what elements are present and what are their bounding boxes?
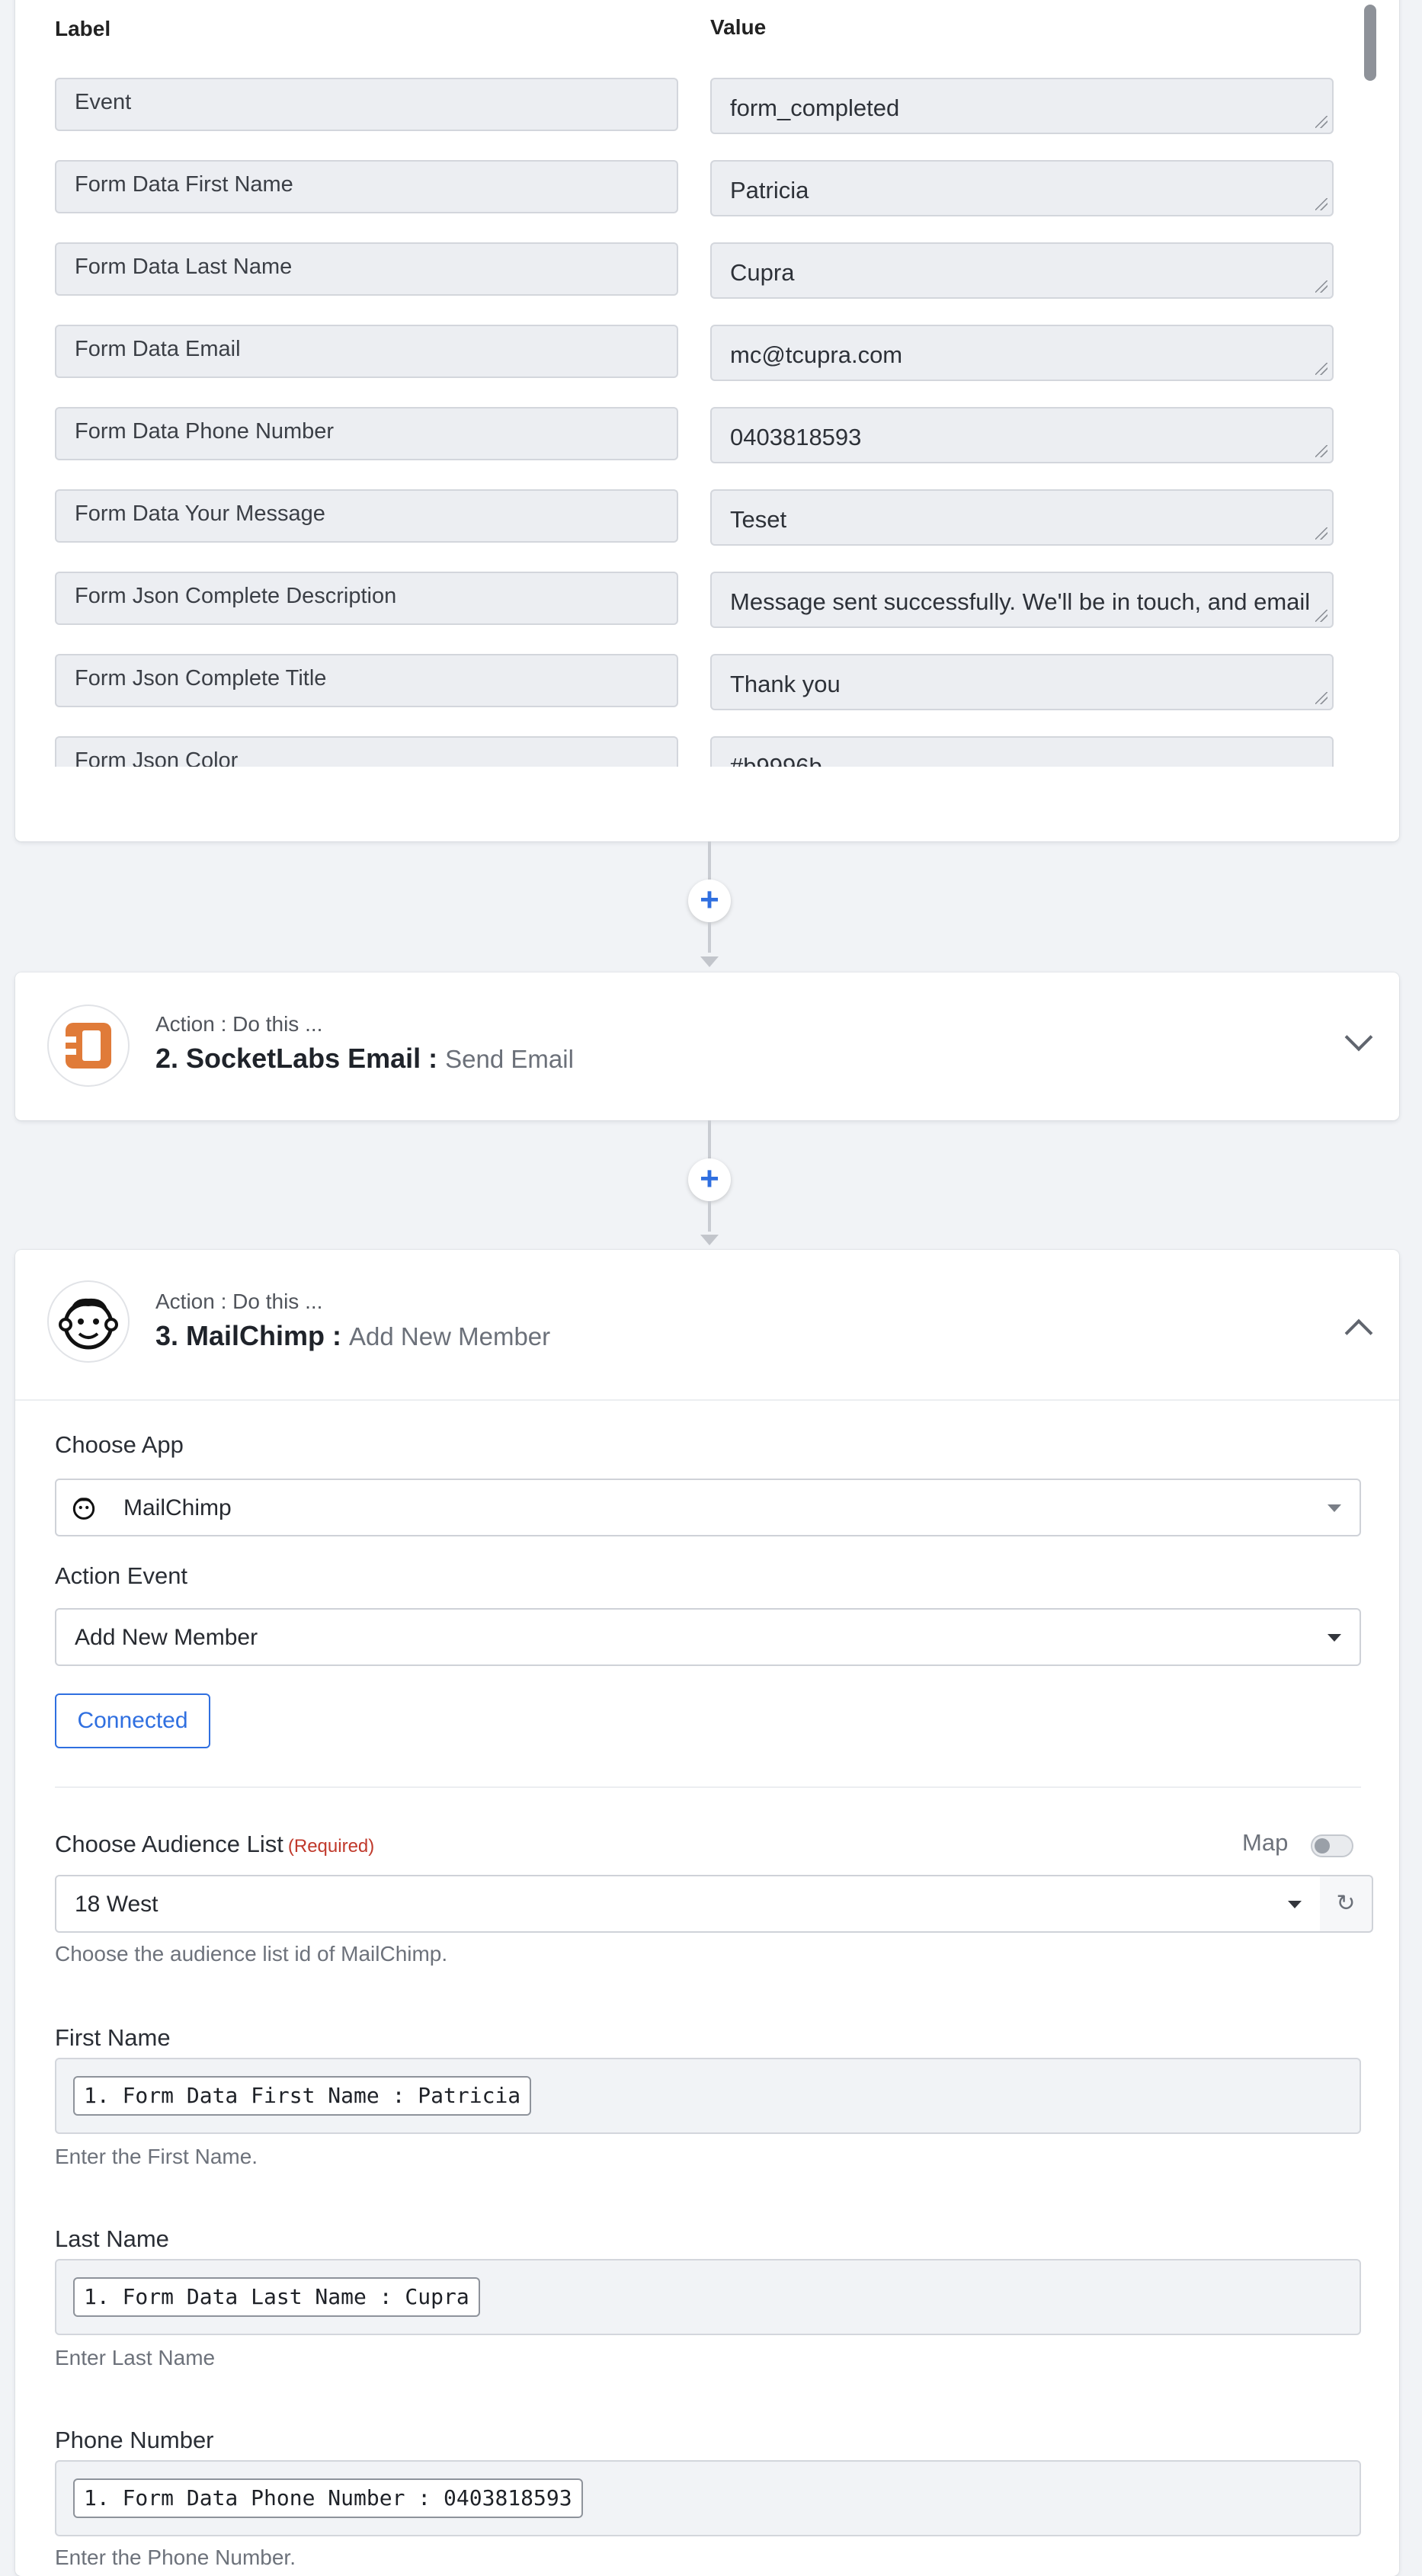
last-name-label: Last Name bbox=[55, 2225, 169, 2252]
resize-handle-icon[interactable] bbox=[1315, 363, 1328, 375]
connector-line bbox=[708, 922, 711, 953]
map-toggle-label: Map bbox=[1242, 1829, 1289, 1856]
label-column-header: Label bbox=[55, 17, 111, 40]
phone-number-label: Phone Number bbox=[55, 2427, 214, 2453]
map-toggle[interactable] bbox=[1311, 1834, 1353, 1857]
connector-line bbox=[708, 1120, 711, 1158]
mapping-row: Form Data First Name Patricia bbox=[55, 160, 1364, 216]
toggle-knob bbox=[1315, 1838, 1330, 1854]
last-name-help: Enter Last Name bbox=[55, 2346, 216, 2369]
mapping-row: Form Data Email mc@tcupra.com bbox=[55, 325, 1364, 381]
mapping-value[interactable]: 0403818593 bbox=[710, 407, 1334, 463]
caret-down-icon bbox=[1288, 1901, 1302, 1908]
mapping-value[interactable]: #b9996b bbox=[710, 736, 1334, 767]
mapping-label: Form Data Last Name bbox=[55, 242, 678, 296]
mapping-row: Form Json Complete Title Thank you bbox=[55, 654, 1364, 710]
divider bbox=[55, 1786, 1361, 1788]
refresh-icon: ↻ bbox=[1336, 1891, 1356, 1916]
audience-list-select[interactable]: 18 West bbox=[55, 1875, 1321, 1933]
action-event-select[interactable]: Add New Member bbox=[55, 1608, 1361, 1666]
audience-list-label: Choose Audience List (Required) bbox=[55, 1831, 375, 1857]
scrollbar-thumb[interactable] bbox=[1364, 5, 1376, 81]
phone-number-help: Enter the Phone Number. bbox=[55, 2546, 296, 2569]
mapping-value[interactable]: Message sent successfully. We'll be in t… bbox=[710, 572, 1334, 628]
mapped-value-pill[interactable]: 1. Form Data First Name : Patricia bbox=[73, 2076, 532, 2116]
action-event-name: Send Email bbox=[445, 1045, 574, 1073]
resize-handle-icon[interactable] bbox=[1315, 610, 1328, 622]
mapping-label: Form Data Email bbox=[55, 325, 678, 378]
mapping-table[interactable]: Label Value Event form_completed Form Da… bbox=[15, 0, 1364, 767]
resize-handle-icon[interactable] bbox=[1315, 280, 1328, 293]
action-event-name: Add New Member bbox=[349, 1322, 551, 1350]
action-title: 3. MailChimp : Add New Member bbox=[155, 1320, 551, 1351]
mapping-value[interactable]: Thank you bbox=[710, 654, 1334, 710]
action-title: 2. SocketLabs Email : Send Email bbox=[155, 1043, 574, 1074]
action-event-value: Add New Member bbox=[75, 1625, 258, 1650]
mapping-label: Form Json Complete Title bbox=[55, 654, 678, 707]
connector-line bbox=[708, 1201, 711, 1232]
mapping-row: Form Json Color #b9996b bbox=[55, 736, 1364, 767]
mapped-value-pill[interactable]: 1. Form Data Last Name : Cupra bbox=[73, 2277, 480, 2317]
resize-handle-icon[interactable] bbox=[1315, 445, 1328, 457]
mapped-value-pill[interactable]: 1. Form Data Phone Number : 0403818593 bbox=[73, 2478, 583, 2518]
caret-down-icon bbox=[1328, 1504, 1341, 1512]
arrow-down-icon bbox=[700, 1235, 719, 1245]
caret-down-icon bbox=[1328, 1634, 1341, 1642]
mapping-row: Form Data Your Message Teset bbox=[55, 489, 1364, 546]
mapping-label: Form Json Complete Description bbox=[55, 572, 678, 625]
action-subtitle: Action : Do this ... bbox=[155, 1012, 323, 1036]
mailchimp-icon bbox=[47, 1280, 130, 1363]
resize-handle-icon[interactable] bbox=[1315, 692, 1328, 704]
mapping-value[interactable]: Patricia bbox=[710, 160, 1334, 216]
resize-handle-icon[interactable] bbox=[1315, 527, 1328, 540]
plus-icon[interactable]: + bbox=[688, 879, 731, 922]
mailchimp-icon bbox=[72, 1498, 95, 1520]
value-column-header: Value bbox=[710, 15, 767, 39]
mapping-value[interactable]: form_completed bbox=[710, 78, 1334, 134]
mapping-label: Form Data First Name bbox=[55, 160, 678, 213]
plus-icon[interactable]: + bbox=[688, 1158, 731, 1201]
action-card-mailchimp: Action : Do this ... 3. MailChimp : Add … bbox=[15, 1250, 1399, 2576]
connector-line bbox=[708, 841, 711, 879]
mapping-value[interactable]: Teset bbox=[710, 489, 1334, 546]
mapping-label: Form Data Phone Number bbox=[55, 407, 678, 460]
first-name-field[interactable]: 1. Form Data First Name : Patricia bbox=[55, 2058, 1361, 2134]
mapping-value[interactable]: mc@tcupra.com bbox=[710, 325, 1334, 381]
audience-list-value: 18 West bbox=[75, 1892, 159, 1917]
mapping-label: Event bbox=[55, 78, 678, 131]
action-card-socketlabs[interactable]: Action : Do this ... 2. SocketLabs Email… bbox=[15, 972, 1399, 1120]
mapping-row: Form Data Phone Number 0403818593 bbox=[55, 407, 1364, 463]
mapping-row: Form Json Complete Description Message s… bbox=[55, 572, 1364, 628]
action-event-label: Action Event bbox=[55, 1562, 188, 1589]
resize-handle-icon[interactable] bbox=[1315, 198, 1328, 210]
chevron-up-icon[interactable] bbox=[1344, 1318, 1373, 1347]
connected-button[interactable]: Connected bbox=[55, 1693, 210, 1748]
mapping-value[interactable]: Cupra bbox=[710, 242, 1334, 299]
mapping-label: Form Data Your Message bbox=[55, 489, 678, 543]
first-name-help: Enter the First Name. bbox=[55, 2145, 258, 2168]
trigger-data-card: Label Value Event form_completed Form Da… bbox=[15, 0, 1399, 841]
last-name-field[interactable]: 1. Form Data Last Name : Cupra bbox=[55, 2259, 1361, 2335]
action-subtitle: Action : Do this ... bbox=[155, 1290, 323, 1313]
required-marker: (Required) bbox=[287, 1836, 375, 1857]
socketlabs-icon bbox=[47, 1004, 130, 1087]
phone-number-field[interactable]: 1. Form Data Phone Number : 0403818593 bbox=[55, 2460, 1361, 2536]
audience-list-help: Choose the audience list id of MailChimp… bbox=[55, 1942, 448, 1966]
chevron-down-icon[interactable] bbox=[1344, 1023, 1373, 1052]
mapping-row: Form Data Last Name Cupra bbox=[55, 242, 1364, 299]
mapping-row: Event form_completed bbox=[55, 78, 1364, 134]
choose-app-select[interactable]: MailChimp bbox=[55, 1479, 1361, 1536]
arrow-down-icon bbox=[700, 956, 719, 967]
first-name-label: First Name bbox=[55, 2024, 171, 2051]
choose-app-label: Choose App bbox=[55, 1431, 184, 1458]
refresh-button[interactable]: ↻ bbox=[1320, 1875, 1373, 1933]
divider bbox=[15, 1399, 1399, 1401]
scrollbar-track[interactable] bbox=[1364, 0, 1379, 762]
mapping-label: Form Json Color bbox=[55, 736, 678, 767]
choose-app-value: MailChimp bbox=[123, 1495, 232, 1520]
resize-handle-icon[interactable] bbox=[1315, 116, 1328, 128]
